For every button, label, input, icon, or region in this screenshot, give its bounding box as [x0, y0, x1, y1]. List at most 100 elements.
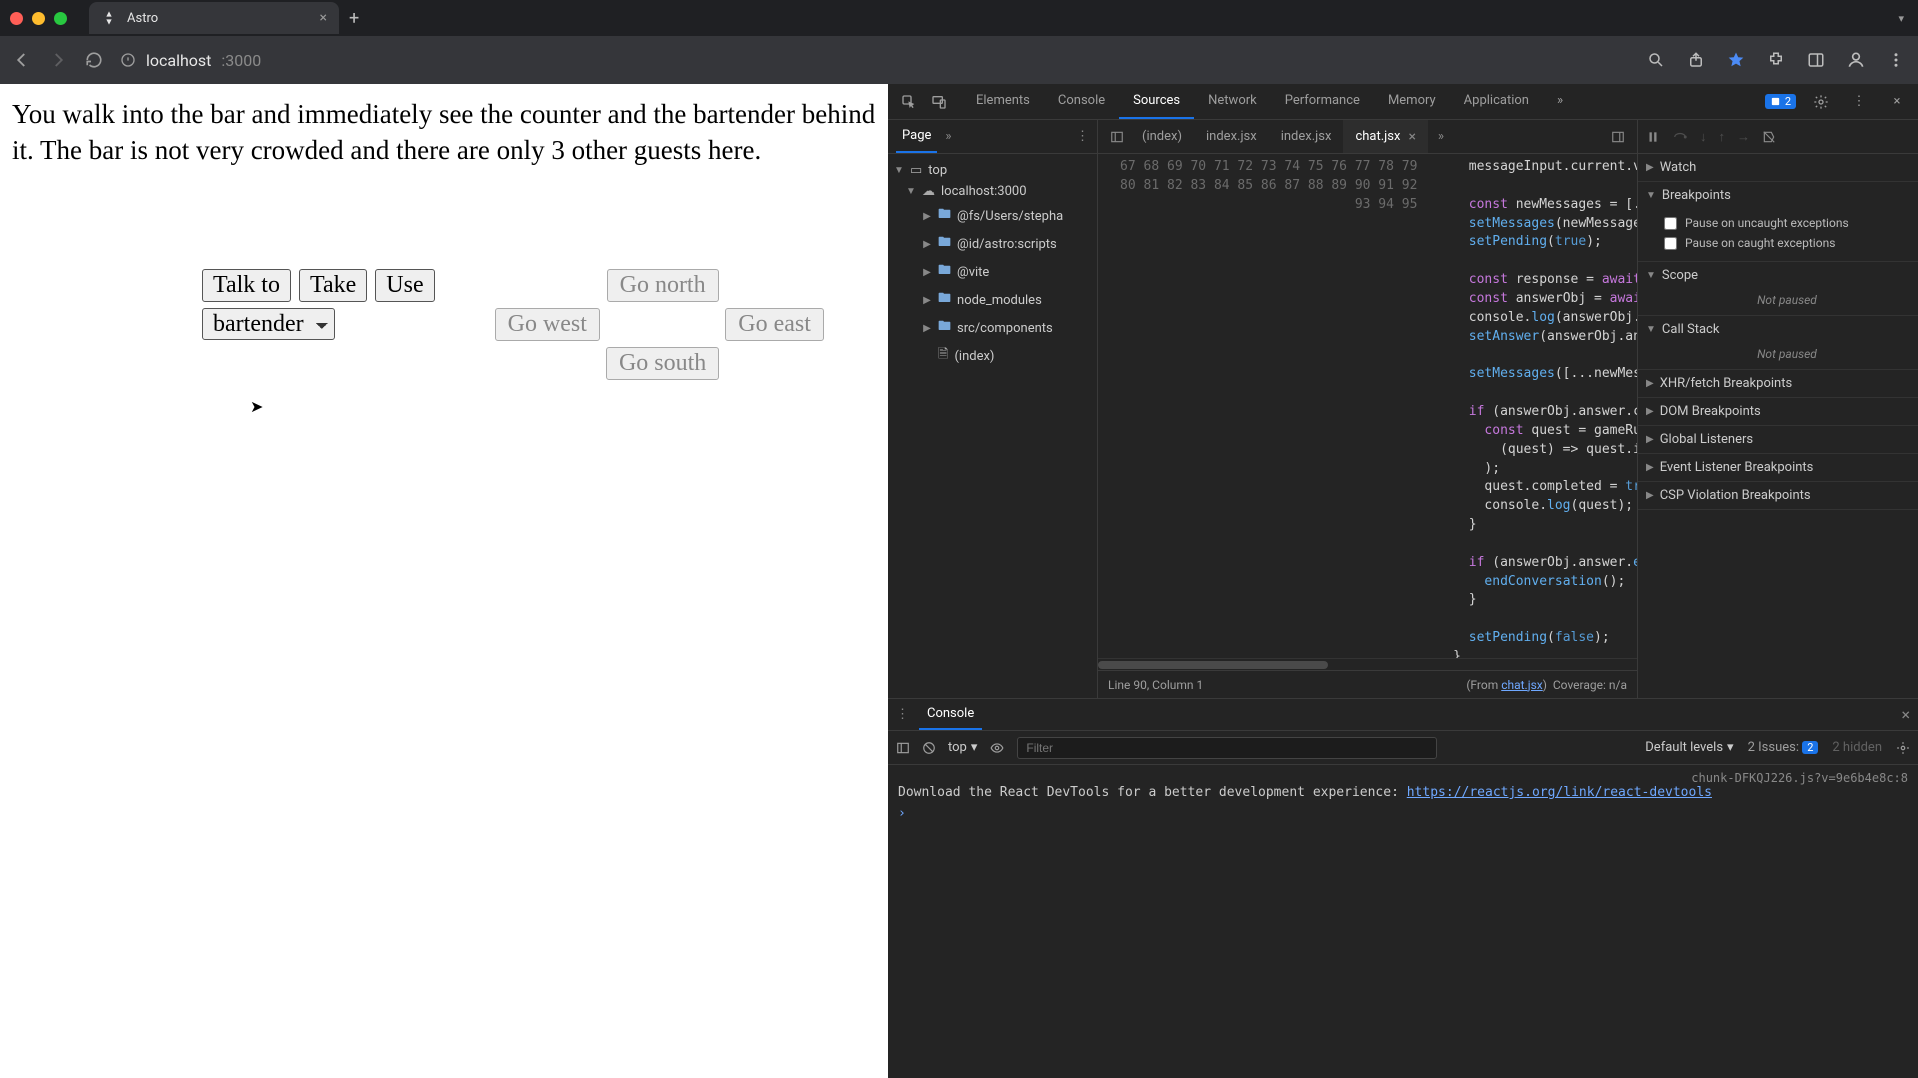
console-output[interactable]: chunk-DFKQJ226.js?v=9e6b4e8c:8 Download …: [888, 765, 1918, 1078]
talk-to-button[interactable]: Talk to: [202, 269, 291, 302]
maximize-window-icon[interactable]: [54, 12, 67, 25]
close-file-icon[interactable]: ×: [1408, 129, 1415, 145]
toolbar-right: [1646, 50, 1906, 70]
device-toolbar-icon[interactable]: [926, 89, 952, 115]
search-icon[interactable]: [1646, 50, 1666, 70]
watch-section[interactable]: ▶Watch: [1638, 154, 1918, 181]
tab-performance[interactable]: Performance: [1271, 84, 1374, 119]
file-tab[interactable]: index.jsx: [1194, 120, 1269, 153]
go-south-button[interactable]: Go south: [606, 347, 719, 380]
nav-more-icon[interactable]: ⋮: [1076, 129, 1089, 144]
devtools-tabs: Elements Console Sources Network Perform…: [962, 84, 1577, 119]
xhr-breakpoints-section[interactable]: ▶XHR/fetch Breakpoints: [1638, 370, 1918, 397]
context-selector[interactable]: top ▾: [948, 740, 977, 755]
tab-application[interactable]: Application: [1450, 84, 1543, 119]
tree-folder[interactable]: ▶🖿node_modules: [892, 286, 1093, 314]
tabs-dropdown-icon[interactable]: ▾: [1898, 12, 1904, 25]
scope-section[interactable]: ▼Scope: [1638, 262, 1918, 289]
tab-bar: Astro × + ▾: [0, 0, 1918, 36]
console-prompt[interactable]: ›: [898, 806, 1908, 821]
tree-origin[interactable]: ▼☁localhost:3000: [892, 181, 1093, 202]
csp-violation-bp-section[interactable]: ▶CSP Violation Breakpoints: [1638, 482, 1918, 509]
breakpoints-section[interactable]: ▼Breakpoints: [1638, 182, 1918, 209]
share-icon[interactable]: [1686, 50, 1706, 70]
file-tab-active[interactable]: chat.jsx×: [1343, 120, 1427, 153]
callstack-section[interactable]: ▼Call Stack: [1638, 316, 1918, 343]
drawer-menu-icon[interactable]: ⋮: [896, 707, 909, 722]
message-source-link[interactable]: chunk-DFKQJ226.js?v=9e6b4e8c:8: [898, 771, 1908, 785]
global-listeners-section[interactable]: ▶Global Listeners: [1638, 426, 1918, 453]
go-north-button[interactable]: Go north: [607, 269, 719, 302]
reload-button[interactable]: [84, 50, 104, 70]
take-button[interactable]: Take: [299, 269, 367, 302]
issues-link[interactable]: 2 Issues: 2: [1748, 740, 1819, 755]
drawer-tab-console[interactable]: Console: [919, 699, 982, 730]
horizontal-scrollbar[interactable]: [1098, 658, 1637, 670]
devtools-menu-icon[interactable]: ⋮: [1846, 89, 1872, 115]
profile-icon[interactable]: [1846, 50, 1866, 70]
file-tabs-overflow-icon[interactable]: »: [1428, 129, 1454, 144]
back-button[interactable]: [12, 50, 32, 70]
console-settings-icon[interactable]: [1896, 741, 1910, 755]
pause-uncaught-checkbox[interactable]: Pause on uncaught exceptions: [1664, 213, 1910, 233]
console-sidebar-icon[interactable]: [896, 741, 910, 755]
page-tab[interactable]: Page: [896, 120, 937, 153]
toggle-debugger-icon[interactable]: [1605, 130, 1631, 144]
minimize-window-icon[interactable]: [32, 12, 45, 25]
site-info-icon[interactable]: [120, 52, 136, 68]
browser-tab[interactable]: Astro ×: [89, 2, 339, 34]
dom-breakpoints-section[interactable]: ▶DOM Breakpoints: [1638, 398, 1918, 425]
clear-console-icon[interactable]: [922, 741, 936, 755]
close-tab-icon[interactable]: ×: [320, 10, 327, 26]
tree-folder[interactable]: ▶🖿@fs/Users/stepha: [892, 202, 1093, 230]
nav-overflow-icon[interactable]: »: [945, 129, 951, 144]
step-icon[interactable]: →: [1737, 129, 1750, 145]
scroll-thumb[interactable]: [1098, 661, 1328, 669]
code-area[interactable]: 67 68 69 70 71 72 73 74 75 76 77 78 79 8…: [1098, 154, 1637, 658]
inspect-element-icon[interactable]: [896, 89, 922, 115]
forward-button[interactable]: [48, 50, 68, 70]
close-window-icon[interactable]: [10, 12, 23, 25]
step-out-icon[interactable]: ↑: [1719, 129, 1726, 145]
react-devtools-link[interactable]: https://reactjs.org/link/react-devtools: [1407, 785, 1712, 800]
tab-console[interactable]: Console: [1044, 84, 1119, 119]
url-box[interactable]: localhost:3000: [120, 51, 261, 70]
new-tab-button[interactable]: +: [349, 8, 359, 29]
extensions-icon[interactable]: [1766, 50, 1786, 70]
chrome-menu-icon[interactable]: [1886, 50, 1906, 70]
tree-folder[interactable]: ▶🖿@id/astro:scripts: [892, 230, 1093, 258]
tree-folder[interactable]: ▶🖿src/components: [892, 314, 1093, 342]
drawer-close-icon[interactable]: ×: [1901, 705, 1910, 724]
event-listener-bp-section[interactable]: ▶Event Listener Breakpoints: [1638, 454, 1918, 481]
step-over-icon[interactable]: [1672, 130, 1688, 144]
live-expression-icon[interactable]: [989, 741, 1005, 755]
log-levels-selector[interactable]: Default levels ▾: [1645, 740, 1733, 755]
target-select[interactable]: bartender: [202, 308, 335, 340]
tab-memory[interactable]: Memory: [1374, 84, 1450, 119]
tabs-overflow-icon[interactable]: »: [1543, 84, 1577, 119]
issues-badge[interactable]: 2: [1765, 94, 1796, 109]
file-tab[interactable]: index.jsx: [1269, 120, 1344, 153]
go-west-button[interactable]: Go west: [495, 308, 600, 341]
tab-sources[interactable]: Sources: [1119, 84, 1194, 119]
sources-navigator: Page » ⋮ ▼▭top ▼☁localhost:3000 ▶🖿@fs/Us…: [888, 120, 1098, 698]
deactivate-breakpoints-icon[interactable]: [1762, 130, 1776, 144]
tab-elements[interactable]: Elements: [962, 84, 1044, 119]
tree-file[interactable]: 🗎(index): [892, 342, 1093, 370]
file-tab[interactable]: (index): [1130, 120, 1194, 153]
pause-script-icon[interactable]: [1646, 130, 1660, 144]
toggle-navigator-icon[interactable]: [1104, 130, 1130, 144]
step-into-icon[interactable]: ↓: [1700, 129, 1707, 145]
tree-folder[interactable]: ▶🖿@vite: [892, 258, 1093, 286]
settings-gear-icon[interactable]: [1808, 89, 1834, 115]
console-filter-input[interactable]: [1017, 737, 1437, 759]
side-panel-icon[interactable]: [1806, 50, 1826, 70]
from-file-link[interactable]: chat.jsx: [1501, 678, 1543, 692]
tree-top[interactable]: ▼▭top: [892, 160, 1093, 181]
go-east-button[interactable]: Go east: [725, 308, 824, 341]
pause-caught-checkbox[interactable]: Pause on caught exceptions: [1664, 233, 1910, 253]
devtools-close-icon[interactable]: ×: [1884, 89, 1910, 115]
tab-network[interactable]: Network: [1194, 84, 1271, 119]
bookmark-star-icon[interactable]: [1726, 50, 1746, 70]
use-button[interactable]: Use: [375, 269, 434, 302]
